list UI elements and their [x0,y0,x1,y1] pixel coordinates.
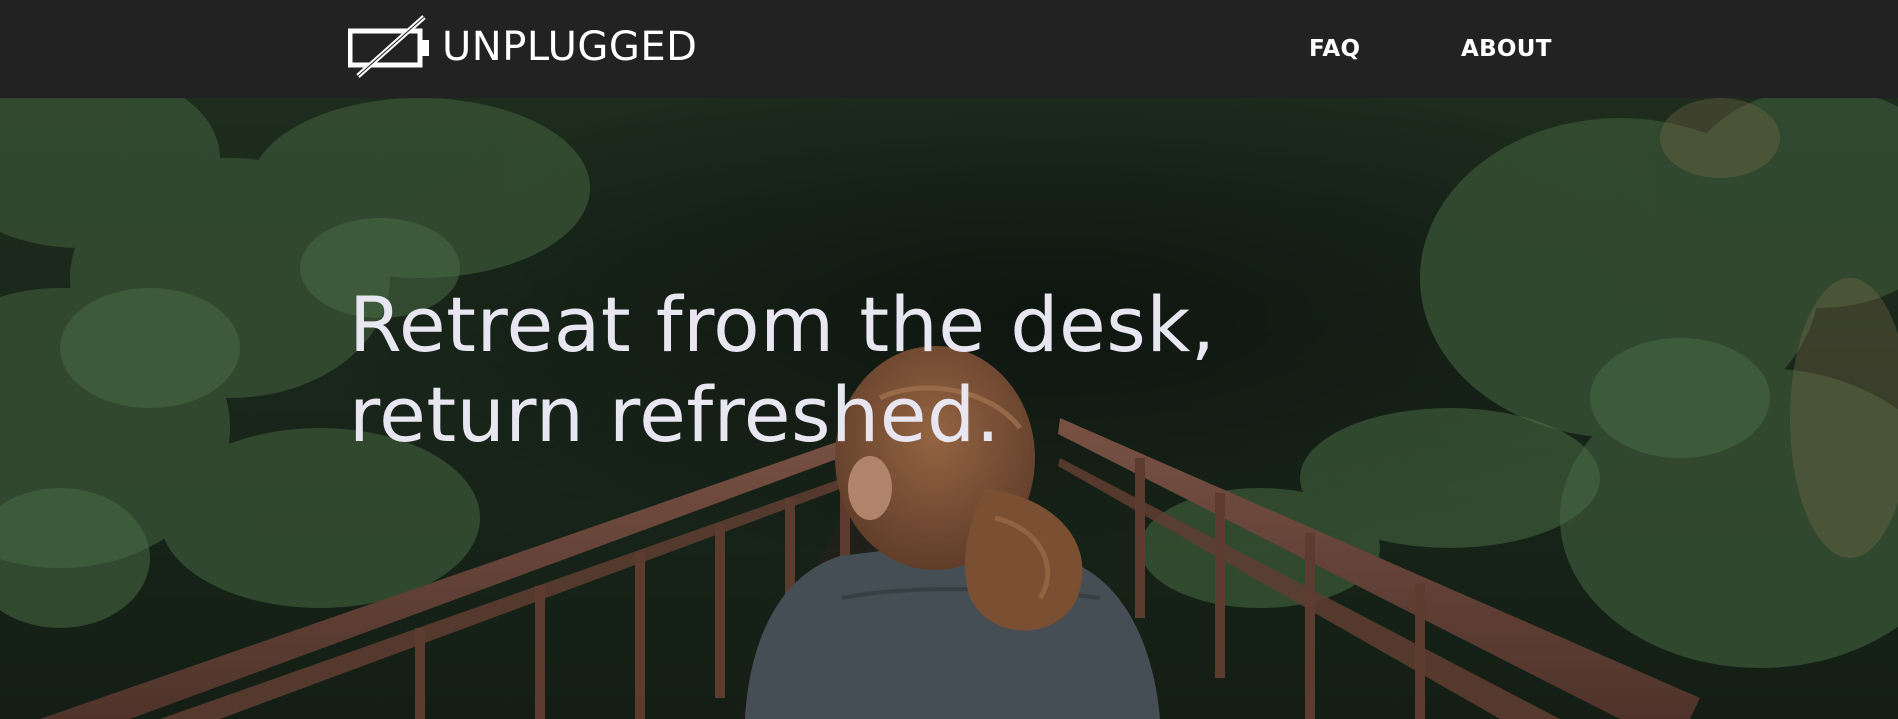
hero-heading-line-1: Retreat from the desk, [349,280,1216,369]
unplugged-battery-icon [348,15,429,78]
hero-heading: Retreat from the desk, return refreshed. [349,280,1249,460]
top-navbar: UNPLUGGED FAQ ABOUT [0,0,1898,98]
nav-about-link[interactable]: ABOUT [1461,0,1552,98]
hero-heading-line-2: return refreshed. [349,370,1001,459]
brand-logo-link[interactable]: UNPLUGGED [348,14,697,80]
nav-faq-link[interactable]: FAQ [1309,0,1360,98]
hero-section: Retreat from the desk, return refreshed. [0,98,1898,719]
brand-name: UNPLUGGED [442,24,698,70]
